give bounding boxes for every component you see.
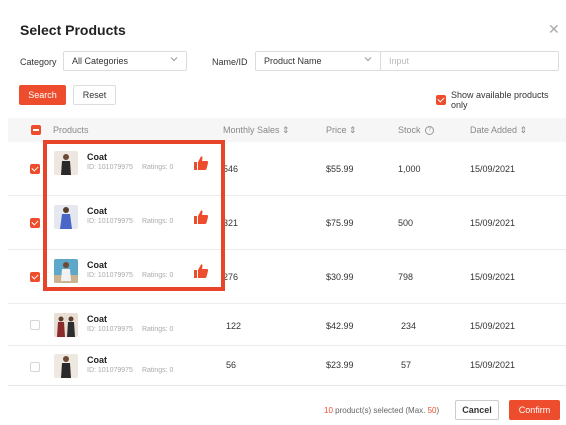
product-thumbnail [54,354,78,378]
monthly-sales-cell: 56 [226,360,237,370]
footer-divider [8,385,566,386]
date-added-cell: 15/09/2021 [470,218,516,228]
header-monthly-sales-label: Monthly Sales [223,125,280,135]
monthly-sales-cell: 321 [223,218,239,228]
product-name: Coat [87,355,107,365]
table-header: Products Monthly Sales ⇕ Price ⇕ Stock ?… [8,118,566,142]
show-available-label: Show available products only [451,90,549,110]
info-icon: ? [425,126,435,136]
chevron-down-icon [170,55,178,65]
row-checkbox[interactable] [30,362,40,372]
monthly-sales-cell: 276 [223,272,239,282]
max-count: 50 [427,406,437,415]
search-input[interactable] [389,56,550,66]
row-checkbox[interactable] [30,164,40,174]
row-checkbox[interactable] [30,320,40,330]
sort-icon: ⇕ [519,125,528,135]
row-checkbox[interactable] [30,272,40,282]
select-all-checkbox[interactable] [31,125,41,135]
header-stock-label: Stock [398,125,421,135]
product-id: ID: 101079975 [87,367,133,374]
product-id: ID: 101079975 [87,326,133,333]
table-row[interactable]: Coat ID: 101079975 Ratings: 0 56 $23.99 5… [8,346,566,386]
category-label: Category [20,57,57,67]
close-icon[interactable]: ✕ [548,22,560,36]
reset-button[interactable]: Reset [73,85,116,105]
price-cell: $55.99 [326,164,354,174]
product-meta: ID: 101079975 Ratings: 0 [87,367,173,374]
stock-cell: 798 [398,272,414,282]
chevron-down-icon [364,55,372,65]
highlight-box [43,140,225,291]
sort-icon: ⇕ [349,125,357,135]
price-cell: $23.99 [326,360,354,370]
row-checkbox[interactable] [30,218,40,228]
close-paren: ) [436,406,440,415]
date-added-cell: 15/09/2021 [470,321,516,331]
category-select[interactable]: All Categories [63,51,187,71]
product-meta: ID: 101079975 Ratings: 0 [87,326,173,333]
header-price-label: Price [326,125,347,135]
price-cell: $75.99 [326,218,354,228]
search-input-wrapper [380,51,559,71]
header-monthly-sales[interactable]: Monthly Sales ⇕ [223,125,290,136]
selected-text: product(s) selected (Max. [332,406,428,415]
monthly-sales-cell: 122 [226,321,242,331]
header-date-added[interactable]: Date Added ⇕ [470,125,527,136]
selected-count: 10 [324,406,333,415]
nameid-type-value: Product Name [264,56,322,66]
search-button[interactable]: Search [19,85,66,105]
date-added-cell: 15/09/2021 [470,272,516,282]
header-date-added-label: Date Added [470,125,518,135]
product-thumbnail [54,313,78,337]
price-cell: $42.99 [326,321,354,331]
stock-cell: 57 [401,360,412,370]
stock-cell: 500 [398,218,414,228]
product-name: Coat [87,314,107,324]
nameid-label: Name/ID [212,57,248,67]
product-ratings: Ratings: 0 [141,367,174,374]
header-price[interactable]: Price ⇕ [326,125,357,136]
date-added-cell: 15/09/2021 [470,360,516,370]
nameid-type-select[interactable]: Product Name [255,51,381,71]
date-added-cell: 15/09/2021 [470,164,516,174]
category-select-value: All Categories [72,56,129,66]
cancel-button[interactable]: Cancel [455,400,499,420]
header-products: Products [53,125,89,135]
header-stock: Stock ? [398,125,435,136]
table-row[interactable]: Coat ID: 101079975 Ratings: 0 122 $42.99 … [8,304,566,346]
price-cell: $30.99 [326,272,354,282]
selection-summary: 10 product(s) selected (Max. 50) [324,406,439,415]
confirm-button[interactable]: Confirm [509,400,560,420]
stock-cell: 1,000 [398,164,421,174]
modal-title: Select Products [20,22,126,38]
sort-icon: ⇕ [282,125,290,135]
select-products-modal: Select Products ✕ Category All Categorie… [0,0,566,425]
product-ratings: Ratings: 0 [141,326,174,333]
show-available-checkbox[interactable] [436,95,446,105]
monthly-sales-cell: 546 [223,164,239,174]
show-available-toggle[interactable]: Show available products only [436,90,566,110]
stock-cell: 234 [401,321,417,331]
